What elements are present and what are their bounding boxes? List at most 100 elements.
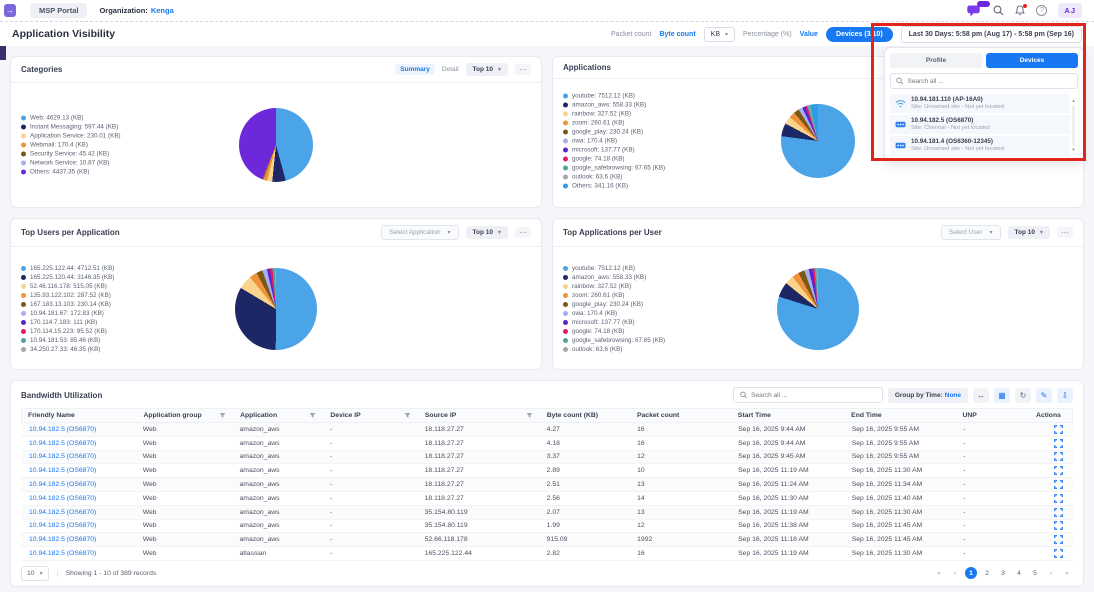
table-row[interactable]: 10.94.182.5 (OS6870) Web amazon_aws - 18… <box>21 437 1073 451</box>
scroll-track[interactable] <box>1072 105 1075 146</box>
page-size-select[interactable]: 10▾ <box>21 566 49 581</box>
devices-search-input[interactable] <box>907 78 1072 85</box>
friendly-name-link[interactable]: 10.94.182.5 (OS6870) <box>21 522 137 529</box>
table-search-input[interactable] <box>733 387 883 403</box>
chat-button[interactable] <box>967 5 982 17</box>
top10-select[interactable]: Top 10▾ <box>466 226 508 239</box>
friendly-name-link[interactable]: 10.94.182.5 (OS6870) <box>21 481 137 488</box>
scroll-up-icon[interactable]: ▴ <box>1072 98 1075 104</box>
legend-item[interactable]: 135.93.122.102: 287.52 (KB) <box>21 292 114 299</box>
select-application-dropdown[interactable]: Select Application▾ <box>381 225 458 240</box>
expand-row-icon[interactable] <box>1054 439 1063 448</box>
legend-item[interactable]: Security Service: 45.42 (KB) <box>21 151 121 158</box>
legend-item[interactable]: zoom: 260.61 (KB) <box>563 292 665 299</box>
page-number-button[interactable]: 4 <box>1013 567 1025 579</box>
scroll-down-icon[interactable]: ▾ <box>1072 147 1075 153</box>
device-list-item[interactable]: 10.94.182.5 (OS6870) Site: Chennai - Not… <box>890 115 1070 134</box>
friendly-name-link[interactable]: 10.94.182.5 (OS6870) <box>21 550 137 557</box>
table-header-cell[interactable]: Byte count (KB) <box>541 412 631 419</box>
friendly-name-link[interactable]: 10.94.182.5 (OS6870) <box>21 467 137 474</box>
value-toggle[interactable]: Value <box>800 31 818 38</box>
help-button[interactable]: ? <box>1036 5 1047 16</box>
legend-item[interactable]: 34.250.27.33: 46.35 (KB) <box>21 346 114 353</box>
table-header-cell[interactable]: Application <box>234 412 324 419</box>
page-number-button[interactable]: 1 <box>965 567 977 579</box>
expand-columns-button[interactable]: ↔ <box>973 388 989 403</box>
device-list-item[interactable]: 10.94.181.110 (AP-16A0) Site: Unnamed si… <box>890 94 1070 113</box>
legend-item[interactable]: 165.225.122.44: 4712.51 (KB) <box>21 265 114 272</box>
legend-item[interactable]: 10.94.181.67: 172.83 (KB) <box>21 310 114 317</box>
table-row[interactable]: 10.94.182.5 (OS6870) Web amazon_aws - 52… <box>21 533 1073 547</box>
page-number-button[interactable]: 3 <box>997 567 1009 579</box>
summary-tab[interactable]: Summary <box>395 64 435 75</box>
legend-item[interactable]: microsoft: 137.77 (KB) <box>563 319 665 326</box>
table-header-cell[interactable]: UNP <box>956 412 1030 419</box>
search-input[interactable] <box>751 392 876 399</box>
table-header-cell[interactable]: Actions <box>1030 412 1072 419</box>
table-row[interactable]: 10.94.182.5 (OS6870) Web amazon_aws - 18… <box>21 464 1073 478</box>
legend-item[interactable]: youtube: 7512.12 (KB) <box>563 93 665 100</box>
organization-link[interactable]: Kenga <box>151 6 174 15</box>
group-by-time-button[interactable]: Group by Time:None <box>888 388 968 403</box>
legend-item[interactable]: google_play: 230.24 (KB) <box>563 129 665 136</box>
table-row[interactable]: 10.94.182.5 (OS6870) Web amazon_aws - 18… <box>21 492 1073 506</box>
legend-item[interactable]: outlook: 63.6 (KB) <box>563 346 665 353</box>
more-options-button[interactable]: ⋯ <box>515 227 531 238</box>
table-row[interactable]: 10.94.182.5 (OS6870) Web amazon_aws - 18… <box>21 478 1073 492</box>
edit-button[interactable]: ✎ <box>1036 388 1052 403</box>
more-options-button[interactable]: ⋯ <box>515 64 531 75</box>
date-range-picker[interactable]: Last 30 Days: 5:58 pm (Aug 17) - 5:58 pm… <box>901 26 1082 43</box>
table-header-cell[interactable]: Friendly Name <box>22 412 138 419</box>
device-list-item[interactable]: 10.94.181.4 (OS6360-12345) Site: Unnamed… <box>890 136 1070 155</box>
refresh-button[interactable]: ↻ <box>1015 388 1031 403</box>
notifications-button[interactable] <box>1015 5 1025 16</box>
legend-item[interactable]: Webmail: 170.4 (KB) <box>21 142 121 149</box>
columns-button[interactable]: ▦ <box>994 388 1010 403</box>
friendly-name-link[interactable]: 10.94.182.5 (OS6870) <box>21 509 137 516</box>
table-header-cell[interactable]: Source IP <box>419 412 541 419</box>
table-row[interactable]: 10.94.182.5 (OS6870) Web amazon_aws - 35… <box>21 520 1073 534</box>
legend-item[interactable]: Web: 4629.13 (KB) <box>21 115 121 122</box>
legend-item[interactable]: 52.46.116.178: 515.05 (KB) <box>21 283 114 290</box>
percentage-toggle[interactable]: Percentage (%) <box>743 31 792 38</box>
first-page-button[interactable]: « <box>933 567 945 579</box>
legend-item[interactable]: google: 74.18 (KB) <box>563 156 665 163</box>
legend-item[interactable]: outlook: 63.6 (KB) <box>563 174 665 181</box>
table-header-cell[interactable]: Application group <box>138 412 235 419</box>
table-row[interactable]: 10.94.182.5 (OS6870) Web amazon_aws - 35… <box>21 506 1073 520</box>
packet-count-toggle[interactable]: Packet count <box>611 31 651 38</box>
table-header-cell[interactable]: Packet count <box>631 412 732 419</box>
expand-row-icon[interactable] <box>1054 521 1063 530</box>
friendly-name-link[interactable]: 10.94.182.5 (OS6870) <box>21 440 137 447</box>
legend-item[interactable]: google_play: 230.24 (KB) <box>563 301 665 308</box>
detail-tab[interactable]: Detail <box>442 66 459 73</box>
friendly-name-link[interactable]: 10.94.182.5 (OS6870) <box>21 426 137 433</box>
expand-row-icon[interactable] <box>1054 549 1063 558</box>
expand-row-icon[interactable] <box>1054 480 1063 489</box>
legend-item[interactable]: Instant Messaging: 597.44 (KB) <box>21 124 121 131</box>
export-button[interactable]: ⇩ <box>1057 388 1073 403</box>
legend-item[interactable]: 165.225.120.44: 3146.35 (KB) <box>21 274 114 281</box>
unit-select[interactable]: KB▾ <box>704 27 735 42</box>
table-header-cell[interactable]: End Time <box>845 412 956 419</box>
last-page-button[interactable]: » <box>1061 567 1073 579</box>
top10-select[interactable]: Top 10▾ <box>1008 226 1050 239</box>
legend-item[interactable]: rainbow: 327.52 (KB) <box>563 283 665 290</box>
filter-icon[interactable] <box>404 412 411 419</box>
tab-profile[interactable]: Profile <box>890 53 982 68</box>
next-page-button[interactable]: › <box>1045 567 1057 579</box>
legend-item[interactable]: amazon_aws: 558.33 (KB) <box>563 274 665 281</box>
friendly-name-link[interactable]: 10.94.182.5 (OS6870) <box>21 495 137 502</box>
select-user-dropdown[interactable]: Select User▾ <box>941 225 1001 240</box>
friendly-name-link[interactable]: 10.94.182.5 (OS6870) <box>21 453 137 460</box>
table-header-cell[interactable]: Device IP <box>324 412 419 419</box>
table-header-cell[interactable]: Start Time <box>732 412 845 419</box>
search-button[interactable] <box>993 5 1004 16</box>
legend-item[interactable]: 167.183.13.103: 230.14 (KB) <box>21 301 114 308</box>
devices-button[interactable]: Devices (3/10) <box>826 27 893 42</box>
filter-icon[interactable] <box>219 412 226 419</box>
legend-item[interactable]: Others: 341.16 (KB) <box>563 183 665 190</box>
filter-icon[interactable] <box>526 412 533 419</box>
legend-item[interactable]: google_safebrowsing: 67.65 (KB) <box>563 337 665 344</box>
more-options-button[interactable]: ⋯ <box>1057 227 1073 238</box>
